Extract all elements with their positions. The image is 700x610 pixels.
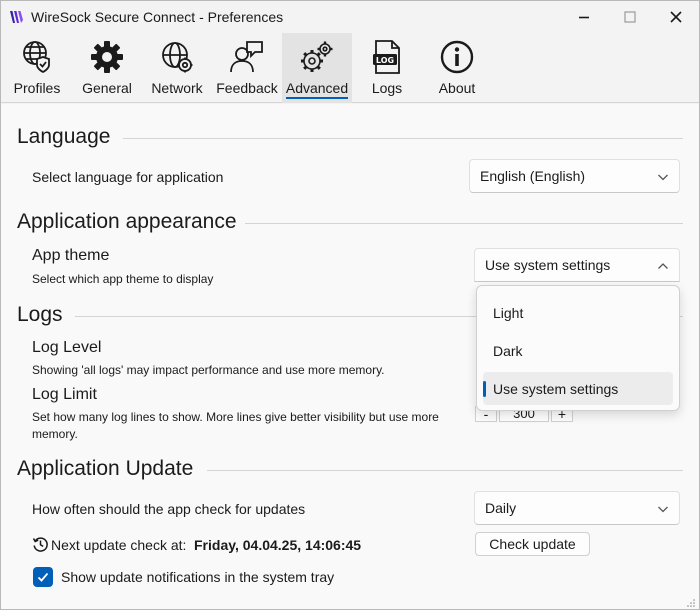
theme-option-label: Dark [493,342,523,359]
network-globe-gear-icon [162,42,193,73]
section-title-update: Application Update [17,457,194,480]
check-update-button[interactable]: Check update [475,532,590,556]
tab-label: Network [151,80,203,96]
checkmark-icon [37,572,49,582]
tab-label: Profiles [13,80,61,96]
tab-label: General [82,80,132,96]
info-icon [440,40,474,74]
language-select-value: English (English) [480,168,586,184]
tab-advanced[interactable]: Advanced [282,33,352,103]
language-label: Select language for application [32,169,224,185]
tab-label: Feedback [216,80,278,96]
close-button[interactable] [653,1,699,33]
minimize-icon [579,16,589,19]
profiles-globe-shield-icon [23,41,50,74]
language-select[interactable]: English (English) [469,159,680,193]
update-notifications-checkbox[interactable] [33,567,53,587]
update-frequency-value: Daily [485,500,517,516]
chevron-down-icon [658,506,668,513]
next-update-label: Next update check at: [51,537,187,553]
minimize-button[interactable] [561,1,607,33]
section-title-language: Language [17,125,111,148]
maximize-icon [624,11,636,23]
app-theme-label: App theme [32,247,110,264]
gear-icon [91,41,123,73]
section-divider [123,138,683,139]
tab-about[interactable]: About [422,33,492,103]
preferences-toolbar: Profiles General Network Feedback Advanc… [1,33,699,103]
tab-logs[interactable]: LOG Logs [352,33,422,103]
log-level-description: Showing 'all logs' may impact performanc… [32,363,385,377]
update-frequency-select[interactable]: Daily [474,491,680,525]
update-frequency-label: How often should the app check for updat… [32,501,306,517]
section-title-logs: Logs [17,303,63,326]
theme-option-system[interactable]: Use system settings [483,372,673,405]
app-theme-select-value: Use system settings [485,257,611,273]
tab-feedback[interactable]: Feedback [212,33,282,103]
resize-grip-icon[interactable] [686,598,696,608]
wiresock-logo-icon [10,11,23,23]
chevron-down-icon [658,174,668,181]
app-theme-description: Select which app theme to display [32,272,214,286]
next-update-value: Friday, 04.04.25, 14:06:45 [194,537,362,553]
close-icon [670,11,682,23]
check-update-label: Check update [489,536,576,552]
update-notifications-label: Show update notifications in the system … [61,569,335,585]
section-divider [207,470,683,471]
log-limit-label: Log Limit [32,386,97,403]
tab-profiles[interactable]: Profiles [2,33,72,103]
theme-option-dark[interactable]: Dark [483,334,673,367]
advanced-settings-panel: Language Select language for application… [1,104,699,609]
section-divider [245,223,683,224]
theme-option-label: Use system settings [493,380,619,397]
log-level-label: Log Level [32,339,102,356]
log-file-icon: LOG [373,40,400,74]
theme-option-light[interactable]: Light [483,296,673,329]
title-bar[interactable]: WireSock Secure Connect - Preferences [1,1,699,33]
app-theme-select[interactable]: Use system settings [474,248,680,282]
tab-label: Advanced [285,80,349,99]
tab-general[interactable]: General [72,33,142,103]
feedback-person-icon [230,41,263,73]
section-title-appearance: Application appearance [17,210,237,233]
chevron-up-icon [658,263,668,269]
app-theme-dropdown-menu: Light Dark Use system settings [476,285,680,411]
theme-option-label: Light [493,304,524,321]
selection-indicator [483,381,486,397]
log-limit-description-cont: memory. [32,427,78,441]
window-title: WireSock Secure Connect - Preferences [31,9,284,25]
history-clock-icon [32,537,48,552]
svg-text:LOG: LOG [376,56,394,65]
preferences-window: WireSock Secure Connect - Preferences Pr… [0,0,700,610]
tab-network[interactable]: Network [142,33,212,103]
log-limit-description: Set how many log lines to show. More lin… [32,410,439,424]
tab-label: About [438,80,476,96]
gears-icon [301,41,333,72]
maximize-button[interactable] [607,1,653,33]
tab-label: Logs [371,80,403,96]
